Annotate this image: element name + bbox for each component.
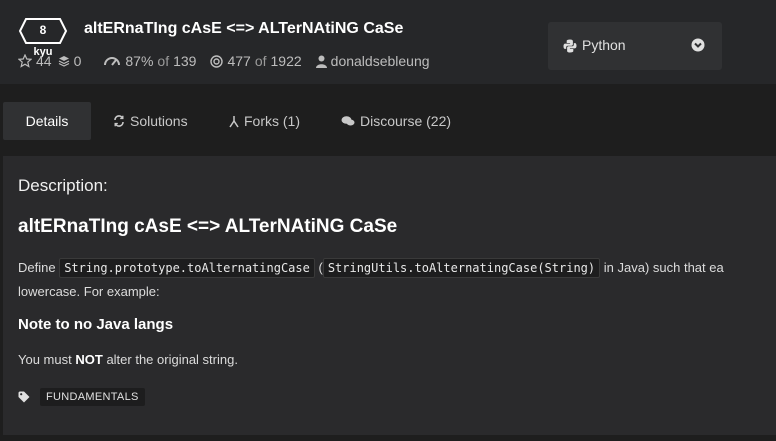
stars-count: 44 [36,53,52,69]
chevron-down-icon[interactable] [691,38,705,52]
completed-total: 1922 [270,53,302,69]
solutions-icon [114,115,124,127]
stars-stat[interactable]: 44 0 [18,53,81,69]
tag-icon [18,391,30,403]
define-text: Define [18,260,56,275]
completed-count: 477 [227,53,251,69]
satisfaction-of: of [157,53,170,69]
tab-discourse-label: Discourse (22) [360,113,452,129]
tag-fundamentals[interactable]: FUNDAMENTALS [40,388,145,406]
completed-of: of [254,53,267,69]
note-prefix: You must [18,352,72,367]
description-line-2: lowercase. For example: [18,284,160,299]
kata-title: altERnaTIng cAsE <=> ALTerNAtiNG CaSe [84,20,404,37]
author-stat[interactable]: donaldsebleung [315,53,430,69]
stack-icon [58,56,69,67]
tab-details-label: Details [25,113,69,129]
note-strong: NOT [75,352,103,367]
tab-solutions[interactable]: Solutions [113,102,188,140]
note-suffix: alter the original string. [106,352,238,367]
tab-forks-label: Forks (1) [244,113,300,129]
language-selected: Python [582,37,626,53]
kata-tabs: Details Solutions Forks (1) Discourse (2… [0,96,776,144]
tab-forks[interactable]: Forks (1) [229,102,300,140]
kyu-rank-badge: 8 kyu [18,17,68,58]
code-method-js: String.prototype.toAlternatingCase [59,258,315,278]
collections-count: 0 [73,53,82,69]
description-panel: Description: altERnaTIng cAsE <=> ALTerN… [3,156,776,435]
tab-details[interactable]: Details [3,102,91,140]
satisfaction-stat: 87% of 139 [103,53,196,69]
discourse-icon [341,116,355,126]
star-icon [18,54,32,68]
kata-header: 8 kyu altERnaTIng cAsE <=> ALTerNAtiNG C… [0,0,776,84]
satisfaction-percent: 87% [125,53,154,69]
note-paragraph: You must NOT alter the original string. [18,352,238,367]
tag-list: FUNDAMENTALS [18,388,145,406]
kata-stats: 44 0 87% of 139 477 of 1922 donaldsebleu… [18,52,444,70]
description-title: altERnaTIng cAsE <=> ALTerNAtiNG CaSe [18,216,398,237]
description-paragraph: Define String.prototype.toAlternatingCas… [18,256,776,303]
description-heading: Description: [18,176,108,195]
note-heading: Note to no Java langs [18,316,174,333]
user-icon [315,55,327,68]
author-name[interactable]: donaldsebleung [331,53,430,69]
kyu-rank-number: 8 [39,23,47,37]
gauge-icon [104,57,121,66]
collections-stat: 0 [58,53,82,69]
code-method-java: StringUtils.toAlternatingCase(String) [322,258,601,278]
tab-discourse[interactable]: Discourse (22) [341,102,451,140]
target-icon [210,54,224,68]
fork-icon [229,115,239,127]
completed-stat: 477 of 1922 [210,53,302,69]
after-code-text: in Java) such that ea [603,260,724,275]
tab-solutions-label: Solutions [130,113,188,129]
satisfaction-votes: 139 [173,53,197,69]
python-icon [563,39,577,53]
